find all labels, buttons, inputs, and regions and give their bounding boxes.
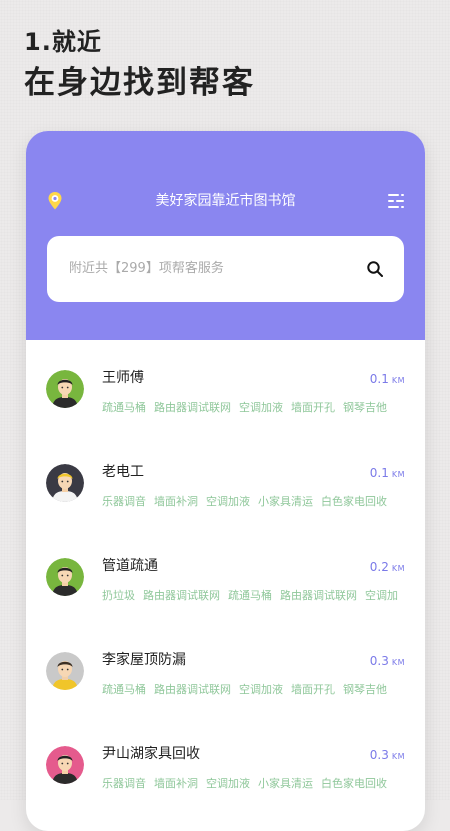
service-tag[interactable]: 路由器调试联网 [280,588,357,604]
search-box[interactable]: 附近共【299】项帮客服务 [47,236,404,302]
distance-value: 0.3 [369,748,389,762]
distance-unit: KM [391,658,405,667]
avatar[interactable] [46,464,84,502]
promo-step: 1.就近 [24,28,102,56]
distance-value: 0.2 [369,560,389,574]
service-tags: 扔垃圾 路由器调试联网 疏通马桶 路由器调试联网 空调加 [102,584,412,604]
service-tag[interactable]: 疏通马桶 [102,682,146,698]
distance-unit: KM [391,376,405,385]
service-tags: 乐器调音 墙面补洞 空调加液 小家具清运 白色家电回收 [102,490,412,510]
avatar[interactable] [46,558,84,596]
service-tag[interactable]: 空调加液 [206,494,250,510]
service-tag[interactable]: 疏通马桶 [228,588,272,604]
provider-name[interactable]: 尹山湖家具回收 [102,744,200,764]
distance-value: 0.3 [369,654,389,668]
service-tag[interactable]: 路由器调试联网 [154,682,231,698]
service-tags: 疏通马桶 路由器调试联网 空调加液 墙面开孔 钢琴吉他 [102,396,412,416]
service-tag[interactable]: 钢琴吉他 [343,682,387,698]
search-icon[interactable] [366,260,384,278]
distance-label: 0.1 KM [370,370,405,390]
distance-label: 0.2 KM [370,558,405,578]
search-placeholder[interactable]: 附近共【299】项帮客服务 [69,259,224,279]
provider-item[interactable]: 老电工 0.1 KM 乐器调音 墙面补洞 空调加液 小家具清运 白色家电回收 [26,434,425,528]
provider-name[interactable]: 王师傅 [102,368,144,388]
provider-item[interactable]: 尹山湖家具回收 0.3 KM 乐器调音 墙面补洞 空调加液 小家具清运 白色家电回收 [26,716,425,810]
service-tag[interactable]: 钢琴吉他 [343,400,387,416]
service-tag[interactable]: 扔垃圾 [102,588,135,604]
service-tag[interactable]: 墙面开孔 [291,400,335,416]
provider-item[interactable]: 王师傅 0.1 KM 疏通马桶 路由器调试联网 空调加液 墙面开孔 钢琴吉他 [26,340,425,434]
service-tags: 乐器调音 墙面补洞 空调加液 小家具清运 白色家电回收 [102,772,412,792]
service-tag[interactable]: 乐器调音 [102,776,146,792]
distance-label: 0.3 KM [370,746,405,766]
service-tag[interactable]: 白色家电回收 [321,776,387,792]
distance-unit: KM [391,470,405,479]
promo-text: 1.就近 在身边找到帮客 [24,26,255,104]
service-tag[interactable]: 疏通马桶 [102,400,146,416]
filter-menu-icon[interactable] [387,192,405,210]
service-tag[interactable]: 墙面补洞 [154,776,198,792]
service-tag[interactable]: 墙面开孔 [291,682,335,698]
provider-item[interactable]: 管道疏通 0.2 KM 扔垃圾 路由器调试联网 疏通马桶 路由器调试联网 空调加 [26,528,425,622]
provider-name[interactable]: 李家屋顶防漏 [102,650,186,670]
distance-unit: KM [391,752,405,761]
service-tag[interactable]: 墙面补洞 [154,494,198,510]
avatar[interactable] [46,746,84,784]
provider-name[interactable]: 管道疏通 [102,556,158,576]
provider-name[interactable]: 老电工 [102,462,144,482]
distance-label: 0.1 KM [370,464,405,484]
service-tag[interactable]: 空调加 [365,588,398,604]
service-tag[interactable]: 空调加液 [206,776,250,792]
promo-headline: 在身边找到帮客 [24,65,255,101]
service-tag[interactable]: 路由器调试联网 [154,400,231,416]
distance-value: 0.1 [369,372,389,386]
distance-unit: KM [391,564,405,573]
avatar[interactable] [46,652,84,690]
service-tag[interactable]: 乐器调音 [102,494,146,510]
distance-value: 0.1 [369,466,389,480]
service-tag[interactable]: 空调加液 [239,682,283,698]
service-tag[interactable]: 小家具清运 [258,494,313,510]
service-tags: 疏通马桶 路由器调试联网 空调加液 墙面开孔 钢琴吉他 [102,678,412,698]
location-title[interactable]: 美好家园靠近市图书馆 [26,191,425,211]
distance-label: 0.3 KM [370,652,405,672]
phone-screen: 美好家园靠近市图书馆 附近共【299】项帮客服务 王师傅 0.1 KM 疏通马桶 路由器… [26,131,425,831]
avatar[interactable] [46,370,84,408]
service-tag[interactable]: 空调加液 [239,400,283,416]
provider-item[interactable]: 李家屋顶防漏 0.3 KM 疏通马桶 路由器调试联网 空调加液 墙面开孔 钢琴吉他 [26,622,425,716]
service-tag[interactable]: 路由器调试联网 [143,588,220,604]
provider-list: 王师傅 0.1 KM 疏通马桶 路由器调试联网 空调加液 墙面开孔 钢琴吉他 老电工 0.1 KM 乐… [26,340,425,810]
service-tag[interactable]: 小家具清运 [258,776,313,792]
service-tag[interactable]: 白色家电回收 [321,494,387,510]
app-header: 美好家园靠近市图书馆 附近共【299】项帮客服务 [26,131,425,340]
